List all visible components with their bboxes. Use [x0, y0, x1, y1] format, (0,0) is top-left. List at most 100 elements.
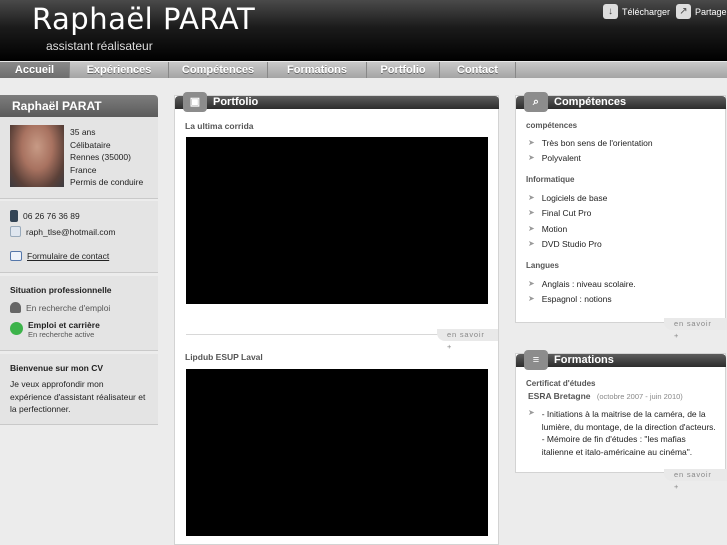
share-icon: ↗	[676, 4, 691, 19]
phone-number: 06 26 76 36 89	[23, 211, 80, 221]
competence-text: Motion	[541, 224, 568, 234]
profile-title: Raphaël PARAT	[0, 95, 158, 117]
competence-text: Très bon sens de l'orientation	[541, 138, 653, 148]
person-icon	[10, 302, 21, 313]
email-row: raph_tlse@hotmail.com	[10, 226, 115, 237]
nav-competences[interactable]: Compétences	[169, 62, 267, 78]
formation-desc-line: - Initiations à la maitrise de la caméra…	[541, 409, 706, 419]
main-nav: Accueil Expériences Compétences Formatio…	[0, 61, 727, 78]
formation-desc-line: italienne et italo-américaine au cinéma"…	[541, 446, 693, 457]
arrow-icon: ➤	[528, 294, 535, 303]
profile-city: Rennes (35000)	[70, 152, 131, 162]
emploi-title: Emploi et carrière	[28, 320, 100, 330]
profile-country: France	[70, 164, 97, 175]
welcome-text: Je veux approfondir mon expérience d'ass…	[10, 378, 145, 416]
competence-item: ➤ Anglais : niveau scolaire.	[528, 279, 636, 289]
emploi-status: En recherche active	[28, 330, 95, 339]
download-icon: ↓	[603, 4, 618, 19]
competence-item: ➤ Final Cut Pro	[528, 208, 591, 218]
download-link[interactable]: ↓ Télécharger	[603, 4, 670, 19]
email-icon	[10, 226, 21, 237]
situation-block: Situation professionnelle En recherche d…	[0, 276, 158, 351]
profile-age: 35 ans	[70, 127, 96, 137]
competence-text: Anglais : niveau scolaire.	[541, 279, 636, 289]
contact-block: 06 26 76 36 89 raph_tlse@hotmail.com For…	[0, 201, 158, 273]
site-subtitle: assistant réalisateur	[46, 39, 153, 53]
nav-contact[interactable]: Contact	[440, 62, 515, 78]
phone-icon	[10, 210, 18, 222]
portfolio-title: Portfolio	[213, 96, 259, 108]
portfolio-icon: ▣	[183, 92, 207, 112]
competences-header: ⌕ Compétences	[516, 92, 726, 112]
nav-portfolio[interactable]: Portfolio	[367, 62, 439, 78]
books-icon: ≡	[524, 350, 548, 370]
nav-accueil[interactable]: Accueil	[0, 62, 69, 78]
competence-text: Polyvalent	[541, 153, 581, 163]
arrow-icon: ➤	[528, 408, 535, 417]
portfolio-panel: ▣ Portfolio La ultima corrida en savoir …	[174, 92, 499, 545]
download-label: Télécharger	[622, 6, 671, 17]
competences-section-langues: Langues	[526, 261, 559, 270]
competences-section-general: compétences	[526, 121, 578, 130]
contact-form-link[interactable]: Formulaire de contact	[27, 251, 109, 261]
welcome-title: Bienvenue sur mon CV	[10, 363, 104, 373]
welcome-line: la perfectionner.	[10, 404, 71, 414]
site-header: Raphaël PARAT assistant réalisateur ↓ Té…	[0, 0, 727, 61]
divider	[186, 334, 438, 335]
video-title-2: Lipdub ESUP Laval	[185, 352, 263, 362]
arrow-icon: ➤	[528, 153, 535, 162]
formations-panel: ≡ Formations Certificat d'études ESRA Br…	[515, 350, 726, 473]
competence-item: ➤ Polyvalent	[528, 153, 581, 163]
nav-experiences[interactable]: Expériences	[70, 62, 168, 78]
video-title-1: La ultima corrida	[185, 121, 254, 131]
competence-item: ➤ Logiciels de base	[528, 193, 607, 203]
situation-title: Situation professionnelle	[10, 285, 112, 295]
competence-item: ➤ Espagnol : notions	[528, 294, 612, 304]
competences-panel: ⌕ Compétences compétences ➤ Très bon sens…	[515, 92, 726, 323]
competence-text: DVD Studio Pro	[541, 239, 602, 249]
arrow-icon: ➤	[528, 138, 535, 147]
nav-divider	[515, 62, 516, 78]
competence-text: Espagnol : notions	[541, 294, 612, 304]
arrow-icon: ➤	[528, 279, 535, 288]
video-player-1[interactable]	[186, 137, 488, 304]
portfolio-more-link[interactable]: en savoir +	[437, 329, 498, 351]
formation-dates: (octobre 2007 - juin 2010)	[596, 392, 683, 401]
arrow-icon: ➤	[528, 193, 535, 202]
email-address[interactable]: raph_tlse@hotmail.com	[26, 227, 115, 237]
competence-text: Logiciels de base	[541, 193, 608, 203]
formation-desc-line: - Mémoire de fin d'études : "les mafias	[541, 434, 686, 444]
arrow-icon: ➤	[528, 224, 535, 233]
formation-cert-title: Certificat d'études	[526, 379, 596, 388]
competences-title: Compétences	[554, 96, 627, 108]
competences-more-link[interactable]: en savoir +	[664, 318, 727, 340]
portfolio-header: ▣ Portfolio	[175, 92, 499, 112]
formation-school: ESRA Bretagne	[528, 391, 591, 401]
welcome-line: expérience d'assistant réalisateur et	[10, 391, 146, 402]
profile-license: Permis de conduire	[70, 177, 144, 187]
competence-item: ➤ Très bon sens de l'orientation	[528, 138, 653, 148]
phone-row: 06 26 76 36 89	[10, 210, 80, 222]
competences-section-informatique: Informatique	[526, 175, 575, 184]
formation-school-row: ESRA Bretagne (octobre 2007 - juin 2010)	[528, 391, 683, 401]
formations-more-link[interactable]: en savoir +	[664, 469, 727, 491]
video-player-2[interactable]	[186, 369, 488, 536]
formations-title: Formations	[554, 354, 614, 366]
nav-formations[interactable]: Formations	[268, 62, 366, 78]
status-ok-icon	[10, 322, 23, 335]
welcome-line: Je veux approfondir mon	[10, 379, 104, 389]
profile-photo	[10, 125, 64, 187]
competence-item: ➤ Motion	[528, 224, 567, 234]
situation-search-row: En recherche d'emploi	[10, 302, 110, 313]
arrow-icon: ➤	[528, 239, 535, 248]
formation-desc-line: lumière, du montage, de la direction d'a…	[541, 421, 716, 432]
share-label: Partager	[695, 6, 727, 17]
emploi-row: Emploi et carrière En recherche active	[10, 320, 100, 339]
profile-identity: 35 ans Célibataire Rennes (35000) France…	[0, 117, 158, 199]
formation-desc: ➤ - Initiations à la maitrise de la camé…	[528, 408, 716, 458]
arrow-icon: ➤	[528, 208, 535, 217]
magnifier-icon: ⌕	[524, 92, 548, 112]
share-link[interactable]: ↗ Partager	[676, 4, 727, 19]
contact-form-row[interactable]: Formulaire de contact	[10, 251, 109, 261]
site-title: Raphaël PARAT	[32, 2, 256, 36]
